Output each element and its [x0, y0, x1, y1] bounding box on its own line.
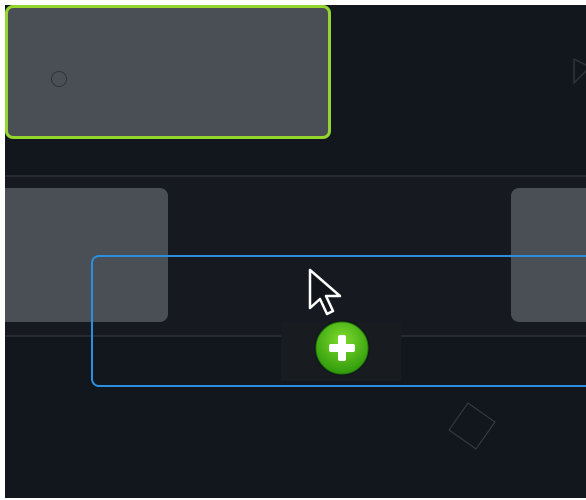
arrow-cursor-icon — [308, 268, 342, 316]
triangle-outline-icon — [573, 58, 586, 85]
canvas — [5, 5, 586, 498]
diamond-outline-icon — [448, 402, 496, 450]
circle-outline-icon — [51, 71, 67, 87]
add-plus-badge — [314, 320, 370, 376]
